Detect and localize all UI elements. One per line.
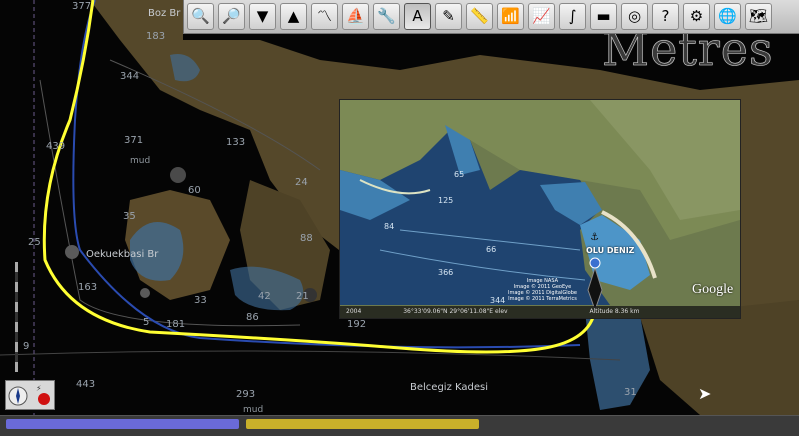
route-icon: 〽 bbox=[316, 7, 332, 25]
inset-depth: 366 bbox=[438, 268, 454, 277]
satellite-inset[interactable]: ⚓ 65 125 84 66 366 344 OLU DENIZ Image N… bbox=[339, 99, 741, 319]
place-name-oekuekbasi: Oekuekbasi Br bbox=[86, 249, 159, 260]
inset-depth: 65 bbox=[454, 170, 465, 179]
inset-depth: 125 bbox=[438, 196, 454, 205]
text-tool-button[interactable]: A bbox=[404, 3, 431, 30]
inset-status-altitude: Altitude 8.36 km bbox=[589, 308, 640, 315]
chart-icon: 🗺 bbox=[748, 7, 769, 25]
depth-sounding: 33 bbox=[194, 295, 207, 306]
depth-sounding: 183 bbox=[146, 31, 166, 42]
scale-bar bbox=[15, 262, 18, 372]
ruler-button[interactable]: 📏 bbox=[466, 3, 493, 30]
compass-widget[interactable]: ⚡ bbox=[5, 380, 55, 410]
depth-sounding: 163 bbox=[78, 282, 98, 293]
inset-status-bar: 2004 36°33'09.06"N 29°06'11.08"E elev Al… bbox=[340, 306, 740, 318]
chart-toolbar: 🔍 🔎 ▼ ▲ 〽 ⛵ 🔧 A ✎ 📏 📶 📈 ∫ ▬ ◎? ⚙ 🌐 🗺 bbox=[183, 0, 799, 34]
credit-line: Image © 2011 TerraMetrics bbox=[508, 296, 577, 302]
boat-button[interactable]: ⛵ bbox=[342, 3, 369, 30]
help-button[interactable]: ? bbox=[652, 3, 679, 30]
depth-sounding: 25 bbox=[28, 237, 41, 248]
depth-sounding: 21 bbox=[296, 291, 309, 302]
seabed-mark: mud bbox=[243, 405, 264, 415]
record-icon bbox=[38, 393, 50, 405]
svg-text:⚡: ⚡ bbox=[36, 384, 42, 393]
globe-button[interactable]: 🌐 bbox=[714, 3, 741, 30]
help-icon: ? bbox=[661, 7, 670, 25]
depth-sounding: 42 bbox=[258, 291, 271, 302]
rock-1 bbox=[65, 245, 79, 259]
depth-sounding: 5 bbox=[143, 317, 150, 328]
place-name-boz: Boz Br bbox=[148, 8, 181, 19]
rock-2 bbox=[140, 288, 150, 298]
depth-sounding: 24 bbox=[295, 177, 308, 188]
zoom-in-icon: 🔍 bbox=[191, 7, 210, 25]
depth-sounding: 192 bbox=[347, 319, 367, 330]
text-tool-icon: A bbox=[412, 7, 423, 25]
boat-icon: ⛵ bbox=[346, 7, 365, 25]
depth-sounding: 31 bbox=[624, 387, 637, 398]
graph-button[interactable]: 📈 bbox=[528, 3, 555, 30]
measure-icon: 🔧 bbox=[377, 7, 396, 25]
depth-sounding: 439 bbox=[46, 141, 66, 152]
inset-place-name: OLU DENIZ bbox=[586, 246, 635, 255]
ruler-icon: 📏 bbox=[470, 7, 489, 25]
depth-sounding: 443 bbox=[76, 379, 96, 390]
route-button[interactable]: 〽 bbox=[311, 3, 338, 30]
inset-depth: 84 bbox=[384, 222, 395, 231]
waypoint-up-icon: ▲ bbox=[287, 7, 300, 25]
lifebuoy-button[interactable]: ◎ bbox=[621, 3, 648, 30]
lifebuoy-icon: ◎ bbox=[627, 7, 642, 25]
depth-sounding: 9 bbox=[23, 341, 30, 352]
globe-icon: 🌐 bbox=[718, 7, 737, 25]
depth-sounding: 88 bbox=[300, 233, 313, 244]
zoom-in-button[interactable]: 🔍 bbox=[187, 3, 214, 30]
waypoint-up-button[interactable]: ▲ bbox=[280, 3, 307, 30]
inset-status-year: 2004 bbox=[346, 308, 362, 315]
inset-depth: 66 bbox=[486, 245, 497, 254]
progress-bar-secondary bbox=[246, 419, 479, 429]
draw-icon: ✎ bbox=[442, 7, 455, 25]
track-icon: ∫ bbox=[568, 7, 577, 25]
depth-sounding: 133 bbox=[226, 137, 246, 148]
nautical-chart[interactable]: Metres 377 183 344 371 133 439 60 35 24 … bbox=[0, 0, 799, 415]
tide-button[interactable]: 📶 bbox=[497, 3, 524, 30]
layer-icon: ▬ bbox=[596, 7, 611, 25]
measure-button[interactable]: 🔧 bbox=[373, 3, 400, 30]
inset-depth: 344 bbox=[490, 296, 506, 305]
rock-4 bbox=[170, 167, 186, 183]
imagery-credits: Image NASA Image © 2011 GeoEye Image © 2… bbox=[508, 278, 577, 302]
contour-3 bbox=[0, 350, 621, 361]
chart-button[interactable]: 🗺 bbox=[745, 3, 772, 30]
progress-bar-primary bbox=[6, 419, 239, 429]
waypoint-down-button[interactable]: ▼ bbox=[249, 3, 276, 30]
zoom-out-icon: 🔎 bbox=[222, 7, 241, 25]
settings-icon: ⚙ bbox=[689, 7, 704, 25]
svg-text:⚓: ⚓ bbox=[590, 232, 599, 243]
depth-sounding: 371 bbox=[124, 135, 144, 146]
google-logo: Google bbox=[692, 282, 734, 297]
waypoint-down-icon: ▼ bbox=[256, 7, 269, 25]
depth-sounding: 181 bbox=[166, 319, 186, 330]
depth-sounding: 35 bbox=[123, 211, 136, 222]
depth-sounding: 60 bbox=[188, 185, 201, 196]
place-name-belcegiz: Belcegiz Kadesi bbox=[410, 382, 488, 393]
mouse-pointer-icon: ➤ bbox=[698, 384, 712, 403]
settings-button[interactable]: ⚙ bbox=[683, 3, 710, 30]
layer-button[interactable]: ▬ bbox=[590, 3, 617, 30]
seabed-mark: mud bbox=[130, 156, 151, 166]
tide-icon: 📶 bbox=[501, 7, 520, 25]
track-button[interactable]: ∫ bbox=[559, 3, 586, 30]
draw-button[interactable]: ✎ bbox=[435, 3, 462, 30]
zoom-out-button[interactable]: 🔎 bbox=[218, 3, 245, 30]
depth-sounding: 377 bbox=[72, 1, 92, 12]
graph-icon: 📈 bbox=[532, 7, 551, 25]
depth-sounding: 293 bbox=[236, 389, 256, 400]
depth-sounding: 86 bbox=[246, 312, 259, 323]
inset-status-coords: 36°33'09.06"N 29°06'11.08"E elev bbox=[403, 308, 508, 315]
depth-sounding: 344 bbox=[120, 71, 140, 82]
